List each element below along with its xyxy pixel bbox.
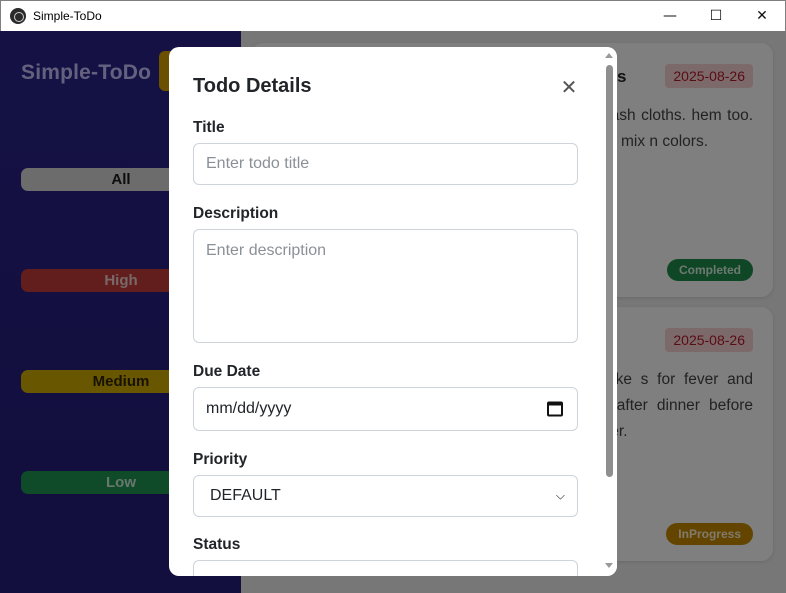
status-label: Status [193, 536, 241, 553]
electron-logo-icon [10, 8, 26, 24]
due-date-placeholder: mm/dd/yyyy [206, 400, 292, 417]
title-placeholder: Enter todo title [206, 155, 310, 172]
close-modal-button[interactable]: ✕ [559, 75, 579, 99]
modal-title: Todo Details [193, 75, 312, 97]
status-select[interactable] [193, 560, 578, 576]
description-textarea[interactable]: Enter description [193, 229, 578, 343]
window-controls: — ☐ ✕ [647, 1, 785, 31]
todo-details-modal: Todo Details ✕ Title Enter todo title De… [169, 47, 617, 576]
title-input[interactable]: Enter todo title [193, 143, 578, 185]
scroll-up-icon[interactable] [605, 53, 613, 58]
minimize-button[interactable]: — [647, 1, 693, 31]
due-date-input[interactable]: mm/dd/yyyy [193, 387, 578, 431]
title-label: Title [193, 119, 225, 136]
scroll-down-icon[interactable] [605, 563, 613, 568]
description-label: Description [193, 205, 279, 222]
app-body: Simple-ToDo All High Medium Low ths 2025… [0, 31, 786, 593]
modal-body: Todo Details ✕ Title Enter todo title De… [169, 47, 602, 576]
description-placeholder: Enter description [206, 242, 327, 259]
priority-select[interactable]: DEFAULT ⌵ [193, 475, 578, 517]
priority-label: Priority [193, 451, 248, 468]
maximize-button[interactable]: ☐ [693, 1, 739, 31]
window-titlebar: Simple-ToDo — ☐ ✕ [0, 0, 786, 31]
priority-selected-value: DEFAULT [210, 487, 281, 504]
modal-scrollbar[interactable] [602, 47, 617, 576]
calendar-icon[interactable] [547, 401, 563, 417]
chevron-down-icon: ⌵ [555, 488, 565, 503]
close-window-button[interactable]: ✕ [739, 1, 785, 31]
window-title: Simple-ToDo [33, 9, 102, 23]
due-date-label: Due Date [193, 363, 261, 380]
scrollbar-thumb[interactable] [606, 65, 613, 477]
